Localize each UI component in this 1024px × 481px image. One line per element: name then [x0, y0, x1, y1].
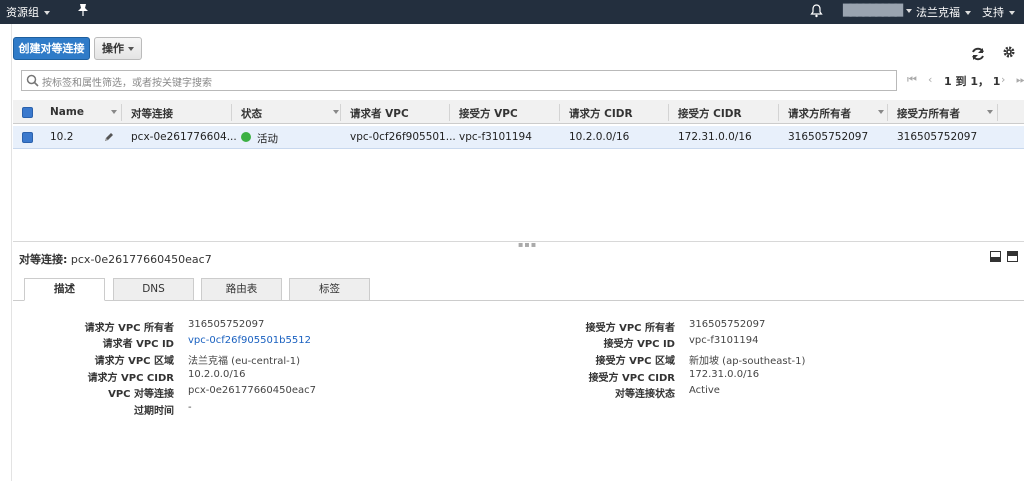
gear-icon[interactable]	[1002, 45, 1016, 62]
column-divider[interactable]	[668, 104, 669, 121]
column-divider[interactable]	[449, 104, 450, 121]
chevron-down-icon	[1009, 11, 1015, 15]
search-icon	[26, 74, 39, 90]
column-header-requester-owner[interactable]: 请求方所有者	[788, 106, 851, 121]
account-menu[interactable]: █████████	[843, 4, 913, 17]
chevron-down-icon	[906, 9, 913, 13]
status-active-icon	[241, 132, 251, 142]
detail-value: 316505752097	[188, 319, 265, 330]
column-header-requester-vpc[interactable]: 请求者 VPC	[350, 106, 409, 121]
detail-value: 172.31.0.0/16	[689, 369, 760, 380]
cell-name: 10.2	[50, 131, 74, 143]
refresh-icon[interactable]	[970, 46, 986, 65]
cell-status: 活动	[257, 133, 278, 145]
column-divider[interactable]	[121, 104, 122, 121]
drag-handle-icon[interactable]: ▪▪▪	[518, 240, 537, 249]
search-input[interactable]: 按标签和属性筛选，或者按关键字搜索	[21, 70, 897, 91]
column-header-status[interactable]: 状态	[241, 106, 262, 121]
detail-label: 请求者 VPC ID	[102, 339, 174, 350]
search-placeholder: 按标签和属性筛选，或者按关键字搜索	[42, 78, 212, 89]
top-nav-bar: 资源组 █████████ 法兰克福 支持	[0, 0, 1024, 24]
last-page-icon[interactable]: ⏭	[1016, 73, 1024, 87]
first-page-icon[interactable]: ⏮	[907, 73, 917, 87]
detail-label: 请求方 VPC 所有者	[84, 323, 174, 334]
sort-caret-icon[interactable]	[111, 110, 117, 114]
next-page-icon[interactable]: ›	[1001, 73, 1005, 86]
row-checkbox[interactable]	[22, 132, 33, 143]
detail-value: -	[188, 402, 192, 413]
detail-label: VPC 对等连接	[108, 389, 174, 400]
panel-dock-bottom-icon[interactable]	[990, 251, 1001, 262]
sort-caret-icon[interactable]	[333, 110, 339, 114]
tab-route-tables[interactable]: 路由表	[201, 278, 282, 301]
detail-label: 过期时间	[134, 406, 174, 417]
detail-title-value: pcx-0e26177660450eac7	[70, 253, 212, 266]
resource-groups-menu[interactable]: 资源组	[6, 4, 50, 20]
pin-icon[interactable]	[77, 3, 89, 20]
detail-title: 对等连接: pcx-0e26177660450eac7	[19, 251, 212, 267]
column-divider[interactable]	[887, 104, 888, 121]
actions-dropdown[interactable]: 操作	[94, 37, 142, 60]
cell-requester-owner: 316505752097	[788, 131, 869, 143]
support-label: 支持	[982, 6, 1004, 19]
detail-label: 接受方 VPC 所有者	[585, 323, 675, 334]
prev-page-icon[interactable]: ‹	[928, 73, 932, 86]
bell-icon[interactable]	[810, 4, 823, 21]
cell-requester-vpc: vpc-0cf26f905501...	[350, 131, 456, 143]
detail-label: 对等连接状态	[615, 389, 675, 400]
detail-value: 10.2.0.0/16	[188, 369, 246, 380]
create-peering-button[interactable]: 创建对等连接	[13, 37, 90, 60]
chevron-down-icon	[965, 11, 971, 15]
detail-label: 接受方 VPC ID	[603, 339, 675, 350]
detail-value: 新加坡 (ap-southeast-1)	[689, 356, 806, 367]
cell-peering: pcx-0e261776604...	[131, 131, 237, 143]
column-header-accepter-vpc[interactable]: 接受方 VPC	[459, 106, 518, 121]
tab-dns[interactable]: DNS	[113, 278, 194, 301]
table-header: Name 对等连接 状态 请求者 VPC 接受方 VPC 请求方 CIDR 接受…	[13, 100, 1024, 124]
detail-value: 法兰克福 (eu-central-1)	[188, 356, 300, 367]
panel-dock-top-icon[interactable]	[1007, 251, 1018, 262]
column-divider[interactable]	[559, 104, 560, 121]
cell-requester-cidr: 10.2.0.0/16	[569, 131, 630, 143]
detail-label: 接受方 VPC 区域	[595, 356, 675, 367]
left-nav-edge	[0, 24, 12, 481]
actions-label: 操作	[102, 42, 124, 55]
region-menu[interactable]: 法兰克福	[916, 4, 971, 20]
region-label: 法兰克福	[916, 6, 960, 19]
column-header-accepter-cidr[interactable]: 接受方 CIDR	[678, 106, 742, 121]
detail-value: Active	[689, 385, 720, 396]
pencil-icon[interactable]	[103, 131, 115, 146]
column-divider[interactable]	[778, 104, 779, 121]
column-header-accepter-owner[interactable]: 接受方所有者	[897, 106, 960, 121]
detail-value: 316505752097	[689, 319, 766, 330]
detail-value: pcx-0e26177660450eac7	[188, 385, 317, 396]
detail-title-label: 对等连接:	[19, 253, 68, 266]
column-header-requester-cidr[interactable]: 请求方 CIDR	[569, 106, 633, 121]
tab-tags[interactable]: 标签	[289, 278, 370, 301]
detail-label: 请求方 VPC 区域	[94, 356, 174, 367]
sort-caret-icon[interactable]	[987, 110, 993, 114]
support-menu[interactable]: 支持	[982, 4, 1015, 20]
chevron-down-icon	[44, 11, 50, 15]
column-divider[interactable]	[231, 104, 232, 121]
detail-label: 接受方 VPC CIDR	[588, 373, 675, 384]
cell-accepter-cidr: 172.31.0.0/16	[678, 131, 752, 143]
table-row[interactable]: 10.2 pcx-0e261776604... 活动 vpc-0cf26f905…	[13, 126, 1024, 149]
detail-label: 请求方 VPC CIDR	[87, 373, 174, 384]
column-divider[interactable]	[997, 104, 998, 121]
cell-accepter-owner: 316505752097	[897, 131, 978, 143]
resource-groups-label: 资源组	[6, 6, 39, 19]
select-all-checkbox[interactable]	[22, 107, 33, 118]
detail-value: vpc-f3101194	[689, 335, 759, 346]
column-header-name[interactable]: Name	[50, 106, 84, 118]
account-name: █████████	[843, 4, 903, 17]
column-header-peering[interactable]: 对等连接	[131, 106, 173, 121]
pager-text: 1 到 1， 1	[944, 75, 1001, 88]
cell-accepter-vpc: vpc-f3101194	[459, 131, 532, 143]
sort-caret-icon[interactable]	[878, 110, 884, 114]
column-divider[interactable]	[340, 104, 341, 121]
chevron-down-icon	[128, 47, 134, 51]
tab-description[interactable]: 描述	[24, 278, 105, 301]
requester-vpc-link[interactable]: vpc-0cf26f905501b5512	[188, 335, 311, 346]
